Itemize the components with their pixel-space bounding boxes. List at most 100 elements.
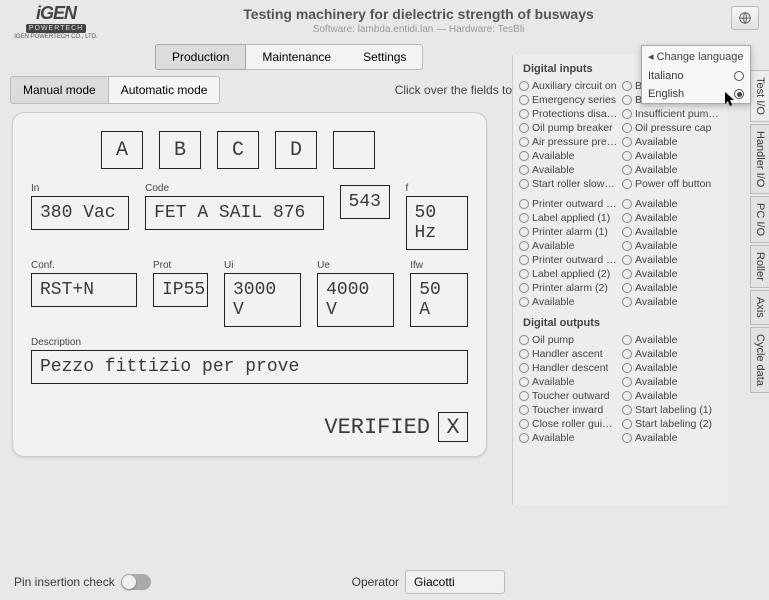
radio-icon	[622, 241, 632, 251]
product-card: A B C D In380 Vac CodeFET A SAIL 876 543…	[12, 112, 487, 457]
io-item: Handler descent	[519, 361, 618, 375]
verified-label: VERIFIED	[324, 415, 430, 440]
io-item: Start labeling (1)	[622, 403, 721, 417]
io-item: Emergency series	[519, 93, 618, 107]
radio-icon	[622, 297, 632, 307]
side-tab-roller[interactable]: Roller	[750, 245, 769, 288]
radio-icon	[519, 109, 529, 119]
radio-icon	[622, 363, 632, 373]
radio-icon	[519, 255, 529, 265]
io-item: Protections disabled	[519, 107, 618, 121]
io-item: Available	[622, 163, 721, 177]
io-item: Available	[519, 163, 618, 177]
side-tab-cycle-data[interactable]: Cycle data	[750, 327, 769, 393]
radio-icon	[519, 391, 529, 401]
slot-a[interactable]: A	[101, 131, 143, 169]
operator-label: Operator	[352, 575, 399, 589]
radio-icon	[622, 213, 632, 223]
io-item: Auxiliary circuit on	[519, 79, 618, 93]
field-f[interactable]: 50 Hz	[406, 196, 468, 250]
radio-icon	[519, 241, 529, 251]
radio-icon	[519, 405, 529, 415]
verified-checkbox[interactable]: X	[438, 412, 468, 442]
io-panel: Digital inputs Auxiliary circuit onBarEm…	[512, 55, 727, 505]
radio-icon	[622, 227, 632, 237]
io-item: Available	[519, 431, 618, 445]
radio-icon	[519, 137, 529, 147]
io-item: Handler ascent	[519, 347, 618, 361]
io-item: Oil pump	[519, 333, 618, 347]
field-in[interactable]: 380 Vac	[31, 196, 129, 230]
io-item: Available	[622, 375, 721, 389]
io-item: Label applied (1)	[519, 211, 618, 225]
field-prot[interactable]: IP55	[153, 273, 208, 307]
io-item: Available	[622, 135, 721, 149]
field-code[interactable]: FET A SAIL 876	[145, 196, 323, 230]
io-item: Insufficient pump oil	[622, 107, 721, 121]
radio-icon	[519, 419, 529, 429]
radio-icon	[519, 433, 529, 443]
radio-icon	[519, 283, 529, 293]
radio-icon	[519, 165, 529, 175]
operator-field[interactable]	[405, 570, 505, 594]
lang-header: ◂ Change language	[642, 46, 750, 67]
manual-mode-tab[interactable]: Manual mode	[10, 76, 109, 104]
io-item: Toucher inward	[519, 403, 618, 417]
io-item: Start roller slowdown	[519, 177, 618, 191]
radio-icon	[519, 213, 529, 223]
io-item: Available	[622, 239, 721, 253]
io-item: Available	[519, 239, 618, 253]
io-item: Available	[519, 375, 618, 389]
io-item: Power off button	[622, 177, 721, 191]
tab-production[interactable]: Production	[155, 44, 246, 70]
side-tab-handler-io[interactable]: Handler I/O	[750, 124, 769, 194]
radio-icon	[622, 255, 632, 265]
language-button[interactable]	[731, 6, 759, 30]
field-ui[interactable]: 3000 V	[224, 273, 301, 327]
radio-icon	[519, 269, 529, 279]
io-item: Available	[519, 149, 618, 163]
io-item: Available	[622, 211, 721, 225]
radio-icon	[519, 335, 529, 345]
field-ue[interactable]: 4000 V	[317, 273, 394, 327]
side-tab-pc-io[interactable]: PC I/O	[750, 196, 769, 243]
radio-icon	[622, 165, 632, 175]
pin-insertion-toggle[interactable]	[121, 574, 151, 590]
radio-icon	[622, 81, 632, 91]
radio-icon	[622, 405, 632, 415]
pin-insertion-check[interactable]: Pin insertion check	[14, 574, 151, 590]
radio-icon	[622, 419, 632, 429]
side-tabs: Test I/O Handler I/O PC I/O Roller Axis …	[750, 70, 769, 395]
io-item: Available	[622, 197, 721, 211]
io-item: Available	[519, 295, 618, 309]
side-tab-axis[interactable]: Axis	[750, 290, 769, 325]
io-item: Available	[622, 225, 721, 239]
io-item: Available	[622, 389, 721, 403]
slot-b[interactable]: B	[159, 131, 201, 169]
io-item: Air pressure presence	[519, 135, 618, 149]
field-ifw[interactable]: 50 A	[410, 273, 468, 327]
radio-icon	[519, 179, 529, 189]
io-item: Label applied (2)	[519, 267, 618, 281]
tab-settings[interactable]: Settings	[347, 44, 423, 70]
slot-d[interactable]: D	[275, 131, 317, 169]
tab-maintenance[interactable]: Maintenance	[246, 44, 347, 70]
page-title: Testing machinery for dielectric strengt…	[106, 6, 731, 22]
radio-icon	[622, 269, 632, 279]
field-blank[interactable]: 543	[340, 185, 390, 219]
radio-icon	[622, 335, 632, 345]
io-item: Printer alarm (2)	[519, 281, 618, 295]
radio-icon	[622, 179, 632, 189]
io-item: Printer outward (1)	[519, 197, 618, 211]
slot-c[interactable]: C	[217, 131, 259, 169]
io-item: Available	[622, 431, 721, 445]
lang-opt-italiano[interactable]: Italiano	[642, 67, 750, 85]
field-conf[interactable]: RST+N	[31, 273, 137, 307]
slot-empty[interactable]	[333, 131, 375, 169]
radio-icon	[622, 199, 632, 209]
side-tab-test-io[interactable]: Test I/O	[750, 70, 769, 122]
radio-icon	[519, 297, 529, 307]
radio-icon	[622, 283, 632, 293]
radio-icon	[622, 109, 632, 119]
field-description[interactable]: Pezzo fittizio per prove	[31, 350, 468, 384]
